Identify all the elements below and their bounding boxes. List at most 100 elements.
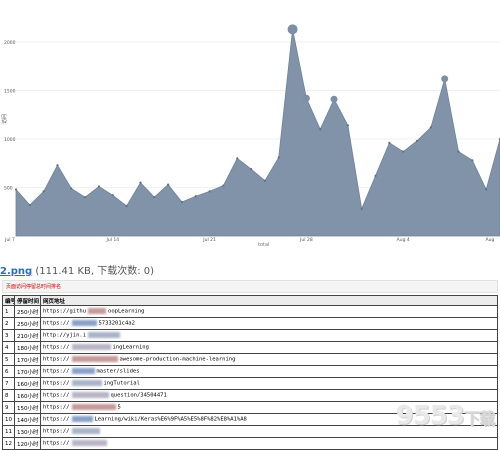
row-url[interactable]: https:// 5733201c4a2 <box>40 317 498 330</box>
row-time: 180小时 <box>14 341 41 354</box>
url-suffix: 5733201c4a2 <box>98 320 135 327</box>
data-point <box>319 128 322 131</box>
data-point <box>42 190 45 193</box>
url-prefix: https:// <box>43 416 70 423</box>
data-point <box>139 181 142 184</box>
x-axis-ticks: Jul 7 Jul 14 Jul 21 Jul 28 Aug 4 Aug <box>4 237 494 243</box>
data-point <box>402 150 405 153</box>
y-tick-label: 2000 <box>4 40 16 46</box>
data-point <box>374 174 377 177</box>
file-link[interactable]: 2.png <box>0 266 32 277</box>
url-suffix: Learning/wiki/Keras%E6%9F%A5%E5%8F%82%E8… <box>94 416 247 423</box>
url-prefix: https:// <box>43 392 70 399</box>
redacted-segment <box>71 356 118 363</box>
data-point <box>360 207 363 210</box>
url-prefix: http://yjin.i <box>43 332 87 339</box>
url-suffix: ingLearning <box>112 344 149 351</box>
data-point <box>180 200 184 204</box>
row-url[interactable]: https:// ingLearning <box>40 341 498 354</box>
row-url[interactable]: https:// master/slides <box>40 365 498 378</box>
row-time: 160小时 <box>14 389 41 402</box>
redacted-segment <box>71 320 97 327</box>
url-suffix: 5 <box>117 404 121 411</box>
data-point <box>330 95 338 103</box>
redacted-segment <box>71 344 111 351</box>
row-url[interactable]: https:// ingTutorial <box>40 377 498 390</box>
redacted-segment <box>71 380 102 387</box>
row-time: 210小时 <box>14 329 41 342</box>
row-no: 9 <box>2 401 15 414</box>
x-tick-label: Aug 4 <box>397 237 410 243</box>
data-point <box>14 188 18 191</box>
url-prefix: https:// <box>43 380 70 387</box>
data-point <box>111 194 114 197</box>
row-no: 4 <box>2 341 15 354</box>
x-tick-label: Jul 14 <box>106 237 120 243</box>
data-point <box>56 164 59 167</box>
table-row: 7 160小时 https:// ingTutorial <box>2 377 498 390</box>
url-prefix: https:// <box>43 356 70 363</box>
data-point <box>194 195 197 198</box>
data-point <box>277 156 280 159</box>
row-url[interactable]: http://yjin.i <box>40 329 498 342</box>
url-prefix: https:// <box>43 428 70 435</box>
x-tick-label: Jul 7 <box>4 237 15 243</box>
url-prefix: https:// <box>43 344 70 351</box>
col-header-url: 网页地址 <box>40 295 498 306</box>
data-point <box>28 203 31 207</box>
row-url[interactable]: https:// <box>40 437 498 450</box>
url-prefix: https:// <box>43 368 70 375</box>
redacted-segment <box>71 368 95 375</box>
row-no: 3 <box>2 329 15 342</box>
redacted-segment <box>71 428 100 435</box>
data-point <box>84 196 87 199</box>
table-row: 4 180小时 https:// ingLearning <box>2 341 498 354</box>
redacted-segment <box>71 392 109 399</box>
y-axis-label: 访问 <box>1 114 8 124</box>
data-point <box>429 126 432 129</box>
data-point <box>208 190 211 193</box>
data-point <box>70 187 73 190</box>
table-row: 5 170小时 https:// awesome-production-machine… <box>2 353 498 366</box>
row-no: 12 <box>2 437 15 450</box>
row-url[interactable]: https://githu oopLearning <box>40 305 498 318</box>
area-series <box>15 29 500 237</box>
data-point <box>153 196 156 199</box>
y-tick-label: 1500 <box>4 88 16 94</box>
y-tick-label: 1000 <box>4 137 16 143</box>
row-url[interactable]: https:// awesome-production-machine-learn… <box>40 353 498 366</box>
row-no: 8 <box>2 389 15 402</box>
data-point <box>287 24 298 35</box>
redacted-segment <box>88 332 121 339</box>
data-point <box>167 183 170 186</box>
report-caption: 页面访问停留总时间排名 <box>2 280 498 293</box>
x-axis-label: total <box>258 242 269 248</box>
row-no: 11 <box>2 425 15 438</box>
data-point <box>249 167 253 171</box>
row-time: 250小时 <box>14 305 41 318</box>
url-suffix: ingTutorial <box>103 380 140 387</box>
data-point <box>441 75 449 83</box>
row-no: 1 <box>2 305 15 318</box>
x-tick-label: Jul 21 <box>202 237 216 243</box>
row-no: 10 <box>2 413 15 426</box>
data-point <box>346 124 349 127</box>
url-prefix: https:// <box>43 320 70 327</box>
x-tick-label: Aug <box>486 237 495 243</box>
redacted-segment <box>71 416 93 423</box>
data-point <box>125 204 128 208</box>
row-time: 150小时 <box>14 401 41 414</box>
row-time: 170小时 <box>14 353 41 366</box>
row-url[interactable]: https:// question/34504471 <box>40 389 498 402</box>
data-point <box>97 185 101 188</box>
table-header-row: 编号 停留时间 网页地址 <box>2 295 498 306</box>
col-header-time: 停留时间 <box>14 295 41 306</box>
url-prefix: https:// <box>43 404 70 411</box>
row-time: 170小时 <box>14 365 41 378</box>
table-row: 8 160小时 https:// question/34504471 <box>2 389 498 402</box>
data-point <box>415 139 419 143</box>
data-point <box>222 184 225 187</box>
table-row: 1 250小时 https://githu oopLearning <box>2 305 498 318</box>
url-prefix: https://githu <box>43 308 87 315</box>
table-row: 12 120小时 https:// <box>2 437 498 450</box>
